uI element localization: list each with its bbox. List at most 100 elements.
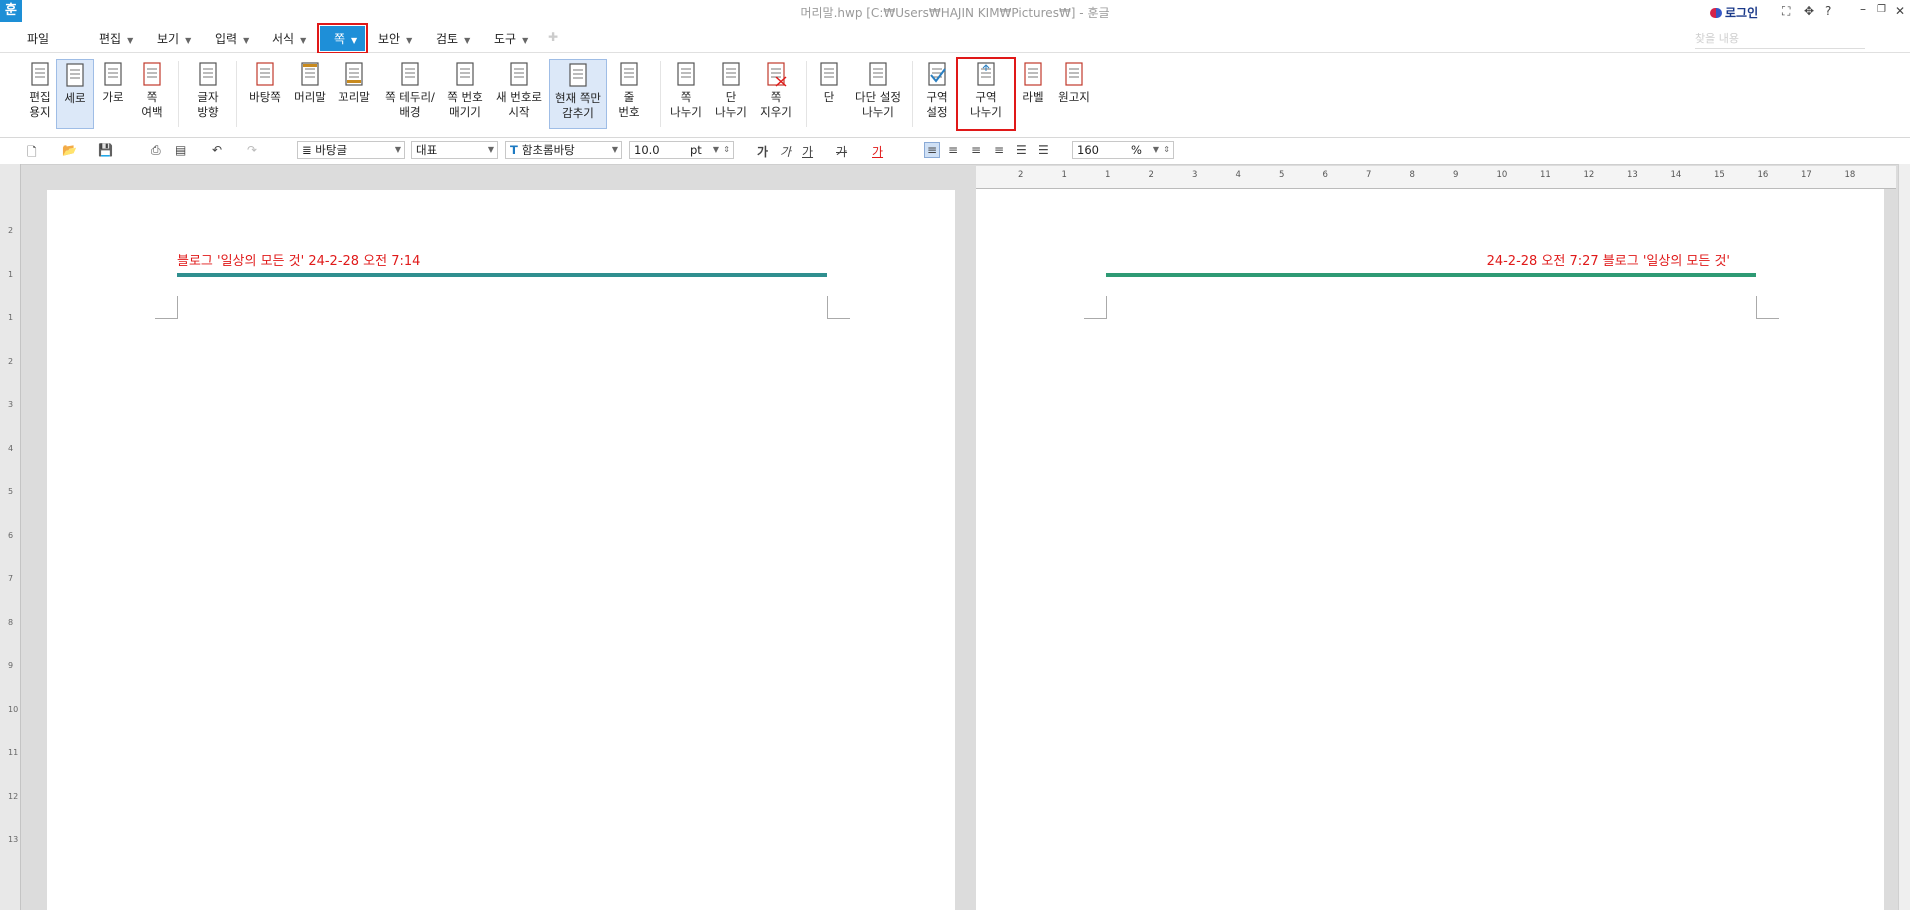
ruler-tick: 8 <box>1409 170 1415 180</box>
ribbon-button-manuscript[interactable]: 원고지 <box>1054 59 1094 129</box>
ribbon-label: 라벨 <box>1022 90 1044 104</box>
ribbon-button-column-break[interactable]: 단 나누기 <box>711 59 751 129</box>
center-align-icon[interactable]: ≡ <box>971 143 981 157</box>
ribbon-button-header[interactable]: 머리말 <box>290 59 330 129</box>
print-icon[interactable]: ⎙ <box>151 143 161 158</box>
line-number-icon <box>620 62 638 86</box>
ribbon-button-section-break[interactable]: 구역 나누기 <box>956 57 1016 131</box>
ribbon-button-text-direction[interactable]: 글자 방향 <box>188 59 228 129</box>
zoom-field[interactable]: 160% ▼ ⇕ <box>1072 141 1174 159</box>
ribbon-button-page-number[interactable]: 쪽 번호 매기기 <box>443 59 487 129</box>
menu-file[interactable]: 파일 <box>27 30 49 47</box>
margin-marker-top-right <box>1756 296 1779 319</box>
ribbon-label: 세로 <box>64 91 86 105</box>
font-select[interactable]: T 함초롬바탕 ▼ <box>505 141 622 159</box>
ribbon-label: 다단 설정 <box>855 90 901 104</box>
ribbon-label: 가로 <box>102 90 124 104</box>
language-select[interactable]: 대표 ▼ <box>411 141 498 159</box>
style-icon: ≣ <box>302 143 316 157</box>
vertical-scrollbar[interactable] <box>1898 164 1910 910</box>
menu-security[interactable]: 보안 ▼ <box>378 30 412 47</box>
font-size-field[interactable]: 10.0 pt ▼ ⇕ <box>629 141 734 159</box>
style-select[interactable]: ≣ 바탕글 ▼ <box>297 141 405 159</box>
ruler-tick: 16 <box>1757 170 1769 180</box>
login-button[interactable]: 로그인 <box>1710 4 1758 21</box>
menu-bar: 파일 편집 ▼ 보기 ▼ 입력 ▼ 서식 ▼ 쪽 ▼ 보안 ▼ 검토 ▼ 도구 ▼ ✚ <box>0 23 1910 54</box>
document-page-2[interactable]: 24-2-28 오전 7:27 블로그 '일상의 모든 것' <box>976 188 1884 910</box>
ribbon-button-delete-page[interactable]: 쪽 지우기 <box>755 59 797 129</box>
vertical-ruler[interactable]: 2 1 1 2 3 4 5 6 7 8 9 10 11 12 13 <box>0 164 21 910</box>
menu-format[interactable]: 서식 ▼ <box>272 30 306 47</box>
new-document-icon[interactable]: 🗋 <box>27 143 37 164</box>
header-divider-line <box>177 273 827 277</box>
ribbon-button-columns[interactable]: 단 <box>813 59 845 129</box>
ribbon-button-master-page[interactable]: 바탕쪽 <box>243 59 287 129</box>
ribbon-button-landscape[interactable]: 가로 <box>94 59 132 129</box>
underline-button[interactable]: 가 <box>802 143 813 160</box>
ruler-tick: 6 <box>1322 170 1328 180</box>
page-header-text[interactable]: 24-2-28 오전 7:27 블로그 '일상의 모든 것' <box>1487 250 1730 269</box>
close-icon[interactable]: ✕ <box>1895 4 1905 18</box>
ruler-tick: 13 <box>1627 170 1638 180</box>
ribbon-separator <box>236 61 237 127</box>
page-border-icon <box>401 62 419 86</box>
ribbon-button-page-border[interactable]: 쪽 테두리/배경 <box>380 59 440 129</box>
distribute-align-icon[interactable]: ☰ <box>1016 143 1027 157</box>
menu-tools[interactable]: 도구 ▼ <box>494 30 528 47</box>
minimize-icon[interactable]: – <box>1860 2 1866 16</box>
right-align-icon[interactable]: ≡ <box>994 143 1004 157</box>
ribbon-button-hide-page[interactable]: 현재 쪽만 감추기 <box>549 59 607 129</box>
ribbon-button-section-setup[interactable]: 구역 설정 <box>920 59 954 129</box>
save-icon[interactable]: 💾 <box>98 143 113 157</box>
ribbon-label-line2: 나누기 <box>670 105 702 119</box>
menu-page[interactable]: 쪽 ▼ <box>316 23 369 54</box>
ruler-tick: 2 <box>8 226 14 235</box>
ribbon-label: 꼬리말 <box>338 90 370 104</box>
portrait-icon <box>66 63 84 87</box>
ruler-tick: 14 <box>1670 170 1682 180</box>
menu-review[interactable]: 검토 ▼ <box>436 30 470 47</box>
open-folder-icon[interactable]: 📂 <box>62 143 77 157</box>
undo-icon[interactable]: ↶ <box>212 143 222 157</box>
ribbon-label-line2: 나누기 <box>970 105 1002 119</box>
ruler-tick: 17 <box>1801 170 1812 180</box>
columns-icon <box>820 62 838 86</box>
ribbon-button-portrait[interactable]: 세로 <box>56 59 94 129</box>
ribbon-button-page-margin[interactable]: 쪽 여백 <box>134 59 170 129</box>
italic-button[interactable]: 가 <box>780 143 791 160</box>
ribbon-separator <box>806 61 807 127</box>
bold-button[interactable]: 가 <box>757 143 768 160</box>
strikethrough-button[interactable]: 가 <box>836 143 847 160</box>
ribbon-button-new-number[interactable]: 새 번호로 시작 <box>493 59 545 129</box>
move-icon[interactable]: ✥ <box>1804 4 1814 18</box>
ribbon-button-label[interactable]: 라벨 <box>1014 59 1052 129</box>
preview-icon[interactable]: ▤ <box>175 143 186 157</box>
help-icon[interactable]: ? <box>1825 4 1831 18</box>
section-break-icon <box>977 62 995 86</box>
justify-align-icon[interactable]: ≡ <box>924 142 941 158</box>
search-input[interactable]: 찾을 내용 <box>1695 30 1865 49</box>
ribbon-button-line-number[interactable]: 줄 번호 <box>612 59 646 129</box>
left-align-icon[interactable]: ≡ <box>948 143 958 157</box>
ribbon-button-footer[interactable]: 꼬리말 <box>334 59 374 129</box>
document-page-1[interactable]: 블로그 '일상의 모든 것' 24-2-28 오전 7:14 <box>47 190 955 910</box>
menu-edit[interactable]: 편집 ▼ <box>99 30 133 47</box>
ruler-tick: 15 <box>1714 170 1725 180</box>
ribbon-label-line2: 배경 <box>399 105 421 119</box>
menu-view[interactable]: 보기 ▼ <box>157 30 191 47</box>
horizontal-ruler[interactable]: 2 1 1 2 3 4 5 6 7 8 9 10 11 12 13 14 15 16 17 18 <box>976 166 1896 189</box>
restore-icon[interactable]: ❐ <box>1877 4 1886 15</box>
header-divider-line <box>1106 273 1756 277</box>
ribbon-button-page-setup[interactable]: 편집 용지 <box>20 59 60 129</box>
split-align-icon[interactable]: ☰ <box>1038 143 1049 157</box>
page-header-text[interactable]: 블로그 '일상의 모든 것' 24-2-28 오전 7:14 <box>177 250 420 269</box>
extension-icon[interactable]: ✚ <box>548 30 558 44</box>
menu-insert[interactable]: 입력 ▼ <box>215 30 249 47</box>
fullscreen-icon[interactable]: ⛶ <box>1782 4 1790 19</box>
window-title: 머리말.hwp [C:₩Users₩HAJIN KIM₩Pictures₩] -… <box>800 6 1110 20</box>
ribbon-button-multi-column[interactable]: 다단 설정 나누기 <box>851 59 905 129</box>
ribbon-button-page-break[interactable]: 쪽 나누기 <box>664 59 708 129</box>
title-bar: 훈 머리말.hwp [C:₩Users₩HAJIN KIM₩Pictures₩]… <box>0 0 1910 24</box>
redo-icon[interactable]: ↷ <box>247 143 257 157</box>
font-color-button[interactable]: 가 <box>872 143 883 160</box>
